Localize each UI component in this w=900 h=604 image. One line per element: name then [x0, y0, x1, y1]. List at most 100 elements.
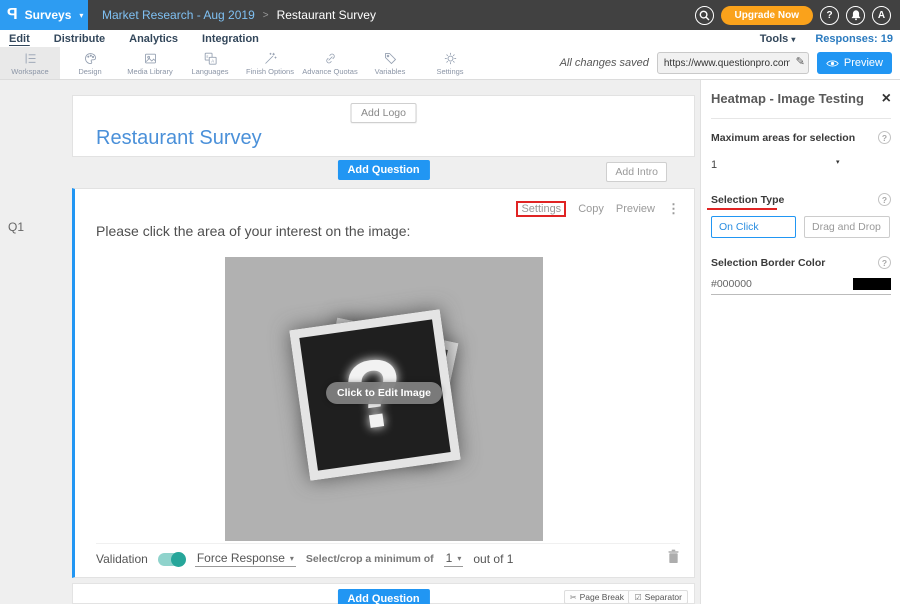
border-color-label: Selection Border Color — [711, 257, 825, 269]
notifications-button[interactable] — [846, 6, 865, 25]
toolbar-item-languages[interactable]: sA Languages — [180, 47, 240, 79]
close-icon[interactable]: × — [882, 93, 891, 105]
languages-icon: sA — [203, 50, 218, 66]
add-intro-button[interactable]: Add Intro — [606, 162, 667, 182]
question-settings-panel: Heatmap - Image Testing × Maximum areas … — [700, 80, 900, 604]
toolbar-item-label: Media Library — [127, 67, 172, 76]
validation-toggle[interactable] — [158, 553, 185, 566]
chevron-down-icon: ▾ — [791, 35, 795, 44]
workspace-icon — [23, 50, 38, 66]
tab-distribute[interactable]: Distribute — [54, 33, 105, 45]
topbar-actions: Upgrade Now ? A — [695, 6, 900, 25]
app-window: P Surveys ▾ Market Research - Aug 2019 >… — [0, 0, 900, 604]
toolbar-item-settings[interactable]: Settings — [420, 47, 480, 79]
eye-icon — [826, 59, 839, 68]
toolbar-item-label: Design — [78, 67, 101, 76]
selection-type-drag-drop-button[interactable]: Drag and Drop — [804, 216, 890, 238]
trash-icon — [667, 549, 680, 564]
page-break-button[interactable]: ✂ Page Break — [564, 590, 630, 604]
heatmap-image-placeholder[interactable]: ? Click to Edit Image — [225, 257, 543, 541]
question-preview-link[interactable]: Preview — [616, 203, 655, 215]
question-card: Settings Copy Preview ⋮ Please click the… — [72, 188, 695, 578]
survey-canvas: Q1 Add Logo Restaurant Survey Add Questi… — [0, 80, 700, 604]
tab-analytics[interactable]: Analytics — [129, 33, 178, 45]
validation-row: Validation Force Response ▾ Select/crop … — [96, 543, 680, 569]
variables-icon — [383, 50, 398, 66]
surveys-menu[interactable]: P Surveys ▾ — [0, 0, 88, 30]
toolbar-item-label: Workspace — [11, 67, 48, 76]
toolbar-item-finish-options[interactable]: Finish Options — [240, 47, 300, 79]
selection-type-label: Selection Type — [711, 194, 784, 206]
autosave-status: All changes saved — [560, 57, 649, 69]
minimum-value: 1 — [446, 551, 453, 565]
account-avatar[interactable]: A — [872, 6, 891, 25]
click-to-edit-image-button[interactable]: Click to Edit Image — [326, 382, 442, 404]
checkbox-icon: ☑ — [634, 593, 641, 602]
help-icon[interactable]: ? — [878, 193, 891, 206]
more-options-icon[interactable]: ⋮ — [667, 201, 680, 217]
minimum-select-label: Select/crop a minimum of — [306, 553, 434, 565]
survey-url-input[interactable] — [657, 52, 809, 74]
toggle-knob — [171, 552, 186, 567]
tab-edit[interactable]: Edit — [9, 33, 30, 45]
validation-label: Validation — [96, 552, 148, 566]
chevron-down-icon: ▾ — [457, 554, 461, 563]
panel-title: Heatmap - Image Testing — [711, 91, 864, 106]
toolbar-item-label: Finish Options — [246, 67, 294, 76]
svg-text:A: A — [211, 58, 214, 63]
max-areas-label: Maximum areas for selection — [711, 132, 855, 144]
add-question-footer: Add Question ✂ Page Break ☑ Separator — [72, 583, 695, 604]
add-question-button-top[interactable]: Add Question — [337, 160, 429, 180]
add-logo-button[interactable]: Add Logo — [350, 103, 417, 123]
tab-integration[interactable]: Integration — [202, 33, 259, 45]
red-annotation-underline — [707, 208, 777, 211]
add-question-button-bottom[interactable]: Add Question — [337, 589, 429, 604]
tools-menu[interactable]: Tools ▾ — [760, 33, 796, 45]
question-copy-link[interactable]: Copy — [578, 203, 604, 215]
help-button[interactable]: ? — [820, 6, 839, 25]
question-number-label: Q1 — [8, 220, 24, 234]
search-button[interactable] — [695, 6, 714, 25]
selection-type-on-click-button[interactable]: On Click — [711, 216, 796, 238]
media-library-icon — [143, 50, 158, 66]
design-icon — [83, 50, 98, 66]
toolbar-item-workspace[interactable]: Workspace — [0, 47, 60, 79]
max-areas-select[interactable]: 1 ▾ — [711, 155, 891, 169]
question-actions: Settings Copy Preview ⋮ — [516, 201, 680, 217]
toolbar-item-label: Settings — [436, 67, 463, 76]
toolbar-item-design[interactable]: Design — [60, 47, 120, 79]
page-break-label: Page Break — [580, 592, 624, 602]
breadcrumb: Market Research - Aug 2019 > Restaurant … — [102, 8, 376, 22]
preview-label: Preview — [844, 57, 883, 69]
add-question-row: Add Question Add Intro — [72, 160, 695, 184]
question-settings-link[interactable]: Settings — [516, 201, 566, 217]
preview-survey-button[interactable]: Preview — [817, 52, 892, 74]
toolbar-item-variables[interactable]: Variables — [360, 47, 420, 79]
edit-url-icon[interactable]: ✎ — [796, 55, 805, 68]
breadcrumb-folder-link[interactable]: Market Research - Aug 2019 — [102, 8, 255, 22]
responses-count[interactable]: Responses: 19 — [815, 33, 893, 45]
question-text[interactable]: Please click the area of your interest o… — [96, 223, 410, 239]
minimum-value-select[interactable]: 1 ▾ — [444, 551, 464, 567]
section-tabs: Edit Distribute Analytics Integration To… — [0, 30, 900, 47]
chevron-down-icon: ▾ — [79, 11, 83, 20]
upgrade-now-button[interactable]: Upgrade Now — [721, 6, 813, 25]
out-of-label: out of 1 — [473, 552, 513, 566]
border-color-field[interactable]: #000000 — [711, 278, 891, 295]
search-icon — [699, 10, 710, 21]
survey-title[interactable]: Restaurant Survey — [96, 127, 262, 150]
toolbar-item-advance-quotas[interactable]: Advance Quotas — [300, 47, 360, 79]
color-swatch[interactable] — [853, 278, 891, 290]
finish-options-icon — [263, 50, 278, 66]
delete-question-button[interactable] — [667, 549, 680, 569]
toolbar-item-media-library[interactable]: Media Library — [120, 47, 180, 79]
product-label: Surveys — [25, 8, 72, 22]
chevron-down-icon: ▾ — [836, 158, 840, 166]
validation-rule-select[interactable]: Force Response ▾ — [195, 551, 296, 567]
separator-button[interactable]: ☑ Separator — [628, 590, 688, 604]
scissors-icon: ✂ — [570, 593, 577, 602]
help-icon[interactable]: ? — [878, 256, 891, 269]
help-icon[interactable]: ? — [878, 131, 891, 144]
tools-label: Tools — [760, 33, 789, 45]
settings-icon — [443, 50, 458, 66]
